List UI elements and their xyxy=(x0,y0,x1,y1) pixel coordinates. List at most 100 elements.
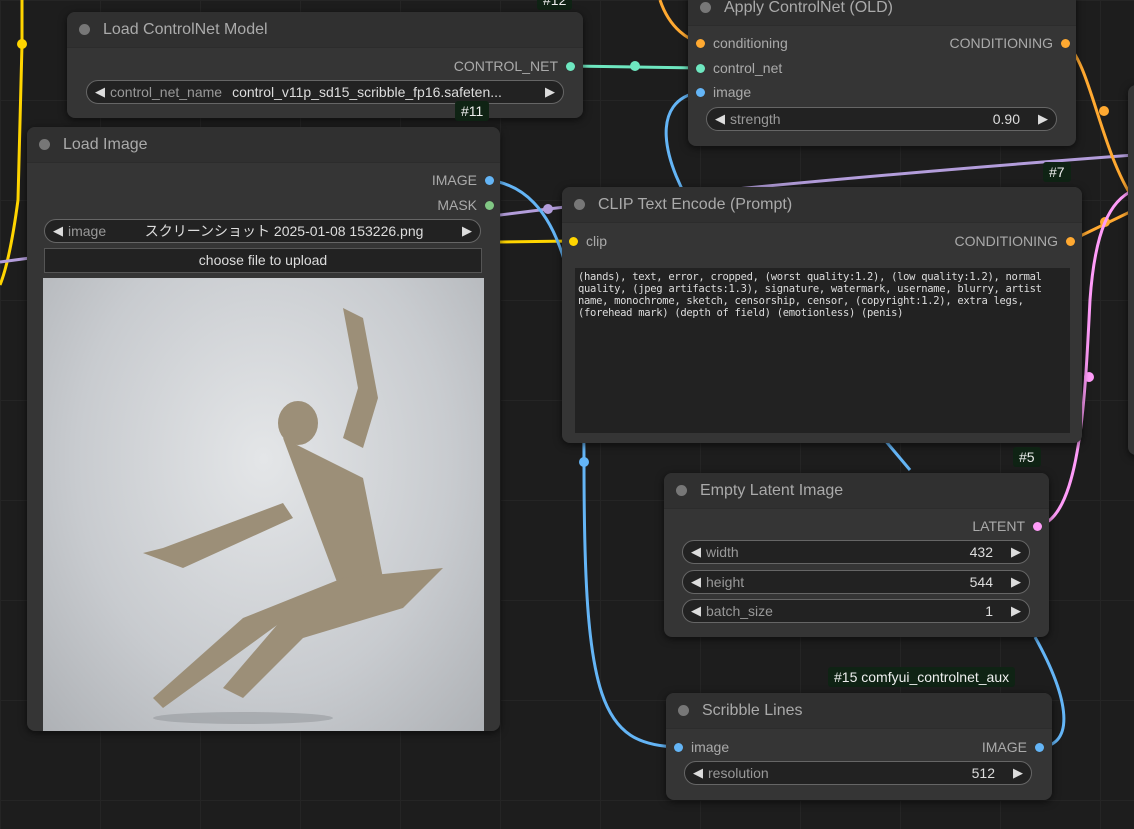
input-clip[interactable]: clip xyxy=(569,232,607,250)
arrow-right-icon[interactable]: ▶ xyxy=(1038,111,1048,127)
arrow-right-icon[interactable]: ▶ xyxy=(1011,603,1021,619)
arrow-right-icon[interactable]: ▶ xyxy=(1013,765,1023,781)
wire-vae xyxy=(0,256,31,264)
arrow-right-icon[interactable]: ▶ xyxy=(1011,544,1021,560)
slot-label: IMAGE xyxy=(981,739,1027,755)
arrow-left-icon[interactable]: ◀ xyxy=(691,603,701,619)
node-id-badge: #7 xyxy=(1043,162,1071,182)
output-mask[interactable]: MASK xyxy=(437,196,494,214)
output-image[interactable]: IMAGE xyxy=(982,738,1044,756)
control-net-name-combo[interactable]: ◀ control_net_name control_v11p_sd15_scrib… xyxy=(86,80,564,104)
slot-label: image xyxy=(713,84,752,100)
widget-value: 1 xyxy=(985,603,993,619)
wire-midpoint xyxy=(543,204,553,214)
node-scribble-lines[interactable]: Scribble Lines image IMAGE ◀ resolution 51… xyxy=(666,693,1052,800)
node-partial-right[interactable] xyxy=(1128,85,1134,455)
arrow-right-icon[interactable]: ▶ xyxy=(462,223,472,239)
node-title-text: Load Image xyxy=(63,135,148,153)
slot-dot-icon[interactable] xyxy=(485,175,494,185)
arrow-left-icon[interactable]: ◀ xyxy=(693,765,703,781)
figure-image xyxy=(143,308,443,724)
choose-file-button[interactable]: choose file to upload xyxy=(44,248,482,273)
slot-dot-icon[interactable] xyxy=(696,63,705,73)
wire-midpoint xyxy=(1099,106,1109,116)
arrow-left-icon[interactable]: ◀ xyxy=(691,544,701,560)
wire-midpoint xyxy=(579,457,589,467)
node-empty-latent-image[interactable]: Empty Latent Image LATENT ◀ width 432 ▶ ◀ he… xyxy=(664,473,1049,637)
node-id-badge: #11 xyxy=(455,101,490,121)
slot-dot-icon[interactable] xyxy=(485,200,494,210)
slot-dot-icon[interactable] xyxy=(566,61,575,71)
arrow-left-icon[interactable]: ◀ xyxy=(715,111,725,127)
slot-label: conditioning xyxy=(713,35,788,51)
widget-label: image xyxy=(68,223,107,239)
arrow-left-icon[interactable]: ◀ xyxy=(53,223,63,239)
node-title[interactable]: CLIP Text Encode (Prompt) xyxy=(562,187,1082,223)
slot-dot-icon[interactable] xyxy=(1033,521,1042,531)
widget-value: 0.90 xyxy=(992,111,1020,127)
output-image[interactable]: IMAGE xyxy=(432,171,494,189)
arrow-right-icon[interactable]: ▶ xyxy=(1011,574,1021,590)
input-control-net[interactable]: control_net xyxy=(696,59,782,77)
node-title[interactable]: Load ControlNet Model xyxy=(67,12,583,48)
widget-value: control_v11p_sd15_scribble_fp16.safeten.… xyxy=(232,84,502,100)
collapse-dot-icon[interactable] xyxy=(676,485,687,496)
node-title-text: Apply ControlNet (OLD) xyxy=(724,0,893,16)
widget-label: height xyxy=(706,574,745,590)
batch-size-input[interactable]: ◀ batch_size 1 ▶ xyxy=(682,599,1030,623)
node-load-controlnet-model[interactable]: Load ControlNet Model CONTROL_NET ◀ contr… xyxy=(67,12,583,118)
node-apply-controlnet[interactable]: Apply ControlNet (OLD) conditioning cont… xyxy=(688,0,1076,146)
output-control-net[interactable]: CONTROL_NET xyxy=(454,57,575,75)
widget-label: width xyxy=(706,544,739,560)
node-title[interactable]: Empty Latent Image xyxy=(664,473,1049,509)
slot-dot-icon[interactable] xyxy=(569,236,578,246)
slot-dot-icon[interactable] xyxy=(696,87,705,97)
node-load-image[interactable]: Load Image IMAGE MASK ◀ image スクリーンショット 20… xyxy=(27,127,500,731)
height-input[interactable]: ◀ height 544 ▶ xyxy=(682,570,1030,594)
node-title-text: Load ControlNet Model xyxy=(103,20,268,38)
image-preview xyxy=(43,278,484,731)
collapse-dot-icon[interactable] xyxy=(574,199,585,210)
arrow-right-icon[interactable]: ▶ xyxy=(545,84,555,100)
strength-slider[interactable]: ◀ strength 0.90 ▶ xyxy=(706,107,1057,131)
slot-dot-icon[interactable] xyxy=(1066,236,1075,246)
resolution-input[interactable]: ◀ resolution 512 ▶ xyxy=(684,761,1032,785)
input-conditioning[interactable]: conditioning xyxy=(696,34,788,52)
slot-dot-icon[interactable] xyxy=(1061,38,1070,48)
node-clip-text-encode[interactable]: CLIP Text Encode (Prompt) clip CONDITION… xyxy=(562,187,1082,443)
widget-label: strength xyxy=(730,111,781,127)
node-id-badge: #15 comfyui_controlnet_aux xyxy=(828,667,1016,687)
slot-label: image xyxy=(691,739,730,755)
node-title-text: Scribble Lines xyxy=(702,701,803,719)
collapse-dot-icon[interactable] xyxy=(700,2,711,13)
node-id-badge: #5 xyxy=(1013,447,1041,467)
slot-label: LATENT xyxy=(972,518,1025,534)
slot-dot-icon[interactable] xyxy=(674,742,683,752)
node-id-badge: #12 xyxy=(537,0,573,10)
wire-midpoint xyxy=(17,39,27,49)
arrow-left-icon[interactable]: ◀ xyxy=(691,574,701,590)
slot-dot-icon[interactable] xyxy=(696,38,705,48)
slot-dot-icon[interactable] xyxy=(1035,742,1044,752)
image-combo[interactable]: ◀ image スクリーンショット 2025-01-08 153226.png ▶ xyxy=(44,219,481,243)
node-title[interactable]: Apply ControlNet (OLD) xyxy=(688,0,1076,26)
widget-label: control_net_name xyxy=(110,84,223,100)
output-latent[interactable]: LATENT xyxy=(972,517,1042,535)
input-image[interactable]: image xyxy=(696,83,751,101)
slot-label: CONTROL_NET xyxy=(453,58,558,74)
arrow-left-icon[interactable]: ◀ xyxy=(95,84,105,100)
wire-midpoint xyxy=(1084,372,1094,382)
input-image[interactable]: image xyxy=(674,738,729,756)
width-input[interactable]: ◀ width 432 ▶ xyxy=(682,540,1030,564)
output-conditioning[interactable]: CONDITIONING xyxy=(950,34,1070,52)
node-title[interactable]: Load Image xyxy=(27,127,500,163)
widget-value: 432 xyxy=(969,544,993,560)
node-title[interactable]: Scribble Lines xyxy=(666,693,1052,729)
collapse-dot-icon[interactable] xyxy=(39,139,50,150)
slot-label: CONDITIONING xyxy=(954,233,1058,249)
collapse-dot-icon[interactable] xyxy=(79,24,90,35)
prompt-textarea[interactable]: (hands), text, error, cropped, (worst qu… xyxy=(575,268,1070,433)
output-conditioning[interactable]: CONDITIONING xyxy=(955,232,1075,250)
collapse-dot-icon[interactable] xyxy=(678,705,689,716)
widget-label: resolution xyxy=(708,765,769,781)
